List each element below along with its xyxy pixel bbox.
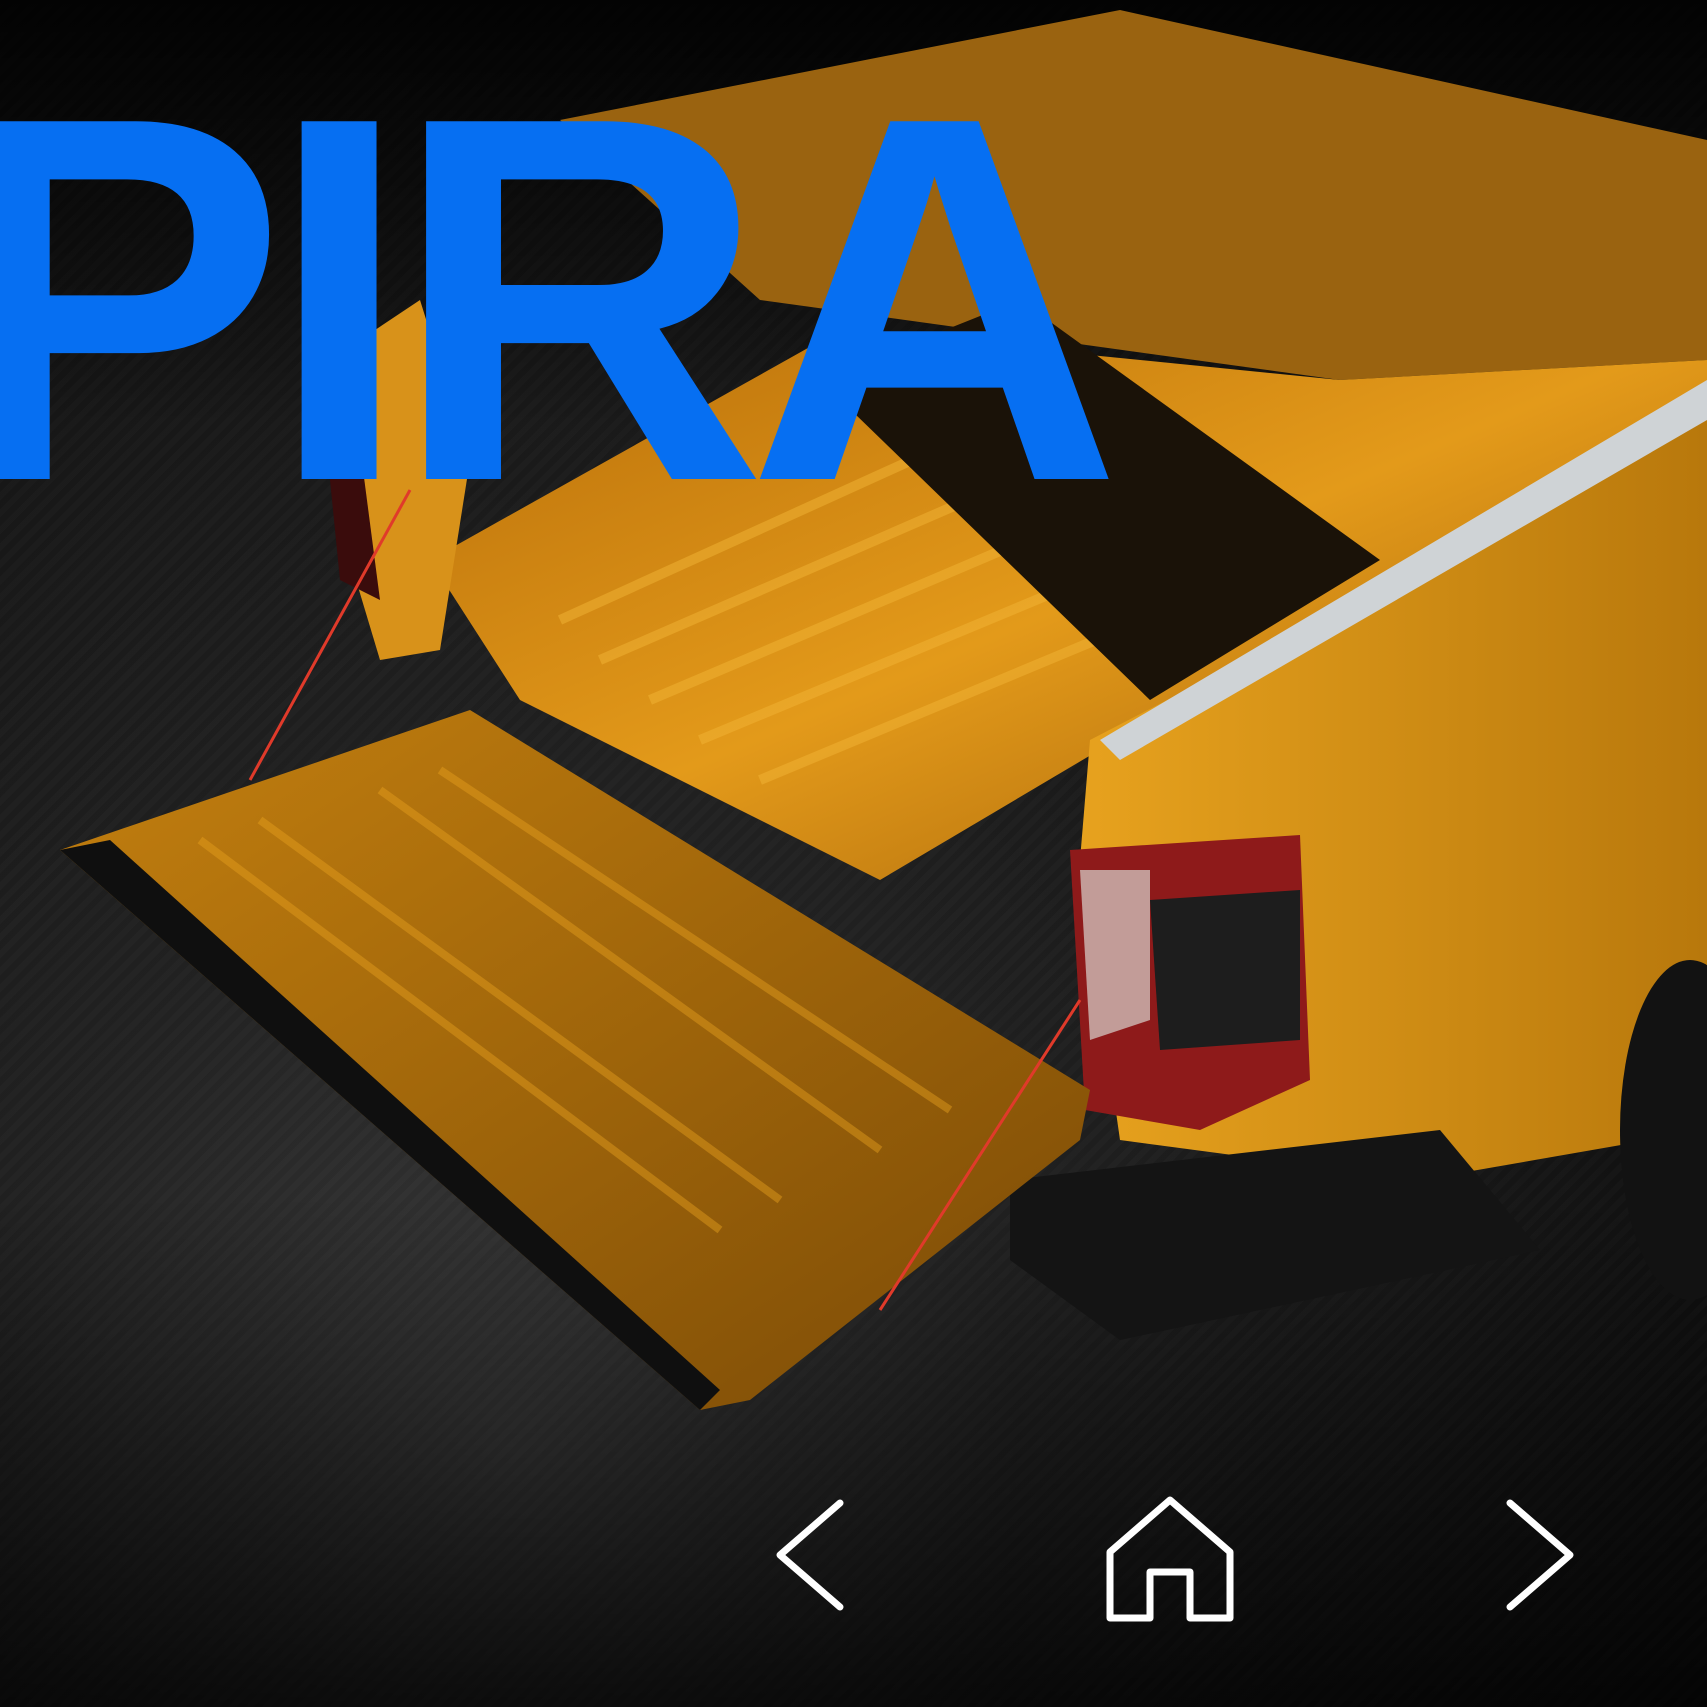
hero-slide: PIRA	[0, 0, 1707, 1707]
home-icon	[1106, 1496, 1234, 1622]
next-button[interactable]	[1470, 1490, 1610, 1630]
hero-headline: PIRA	[0, 9, 1122, 590]
slide-navigation	[740, 1490, 1620, 1650]
chevron-right-icon	[1506, 1499, 1574, 1611]
previous-button[interactable]	[740, 1490, 880, 1630]
chevron-left-icon	[776, 1499, 844, 1611]
home-button[interactable]	[1100, 1490, 1240, 1630]
